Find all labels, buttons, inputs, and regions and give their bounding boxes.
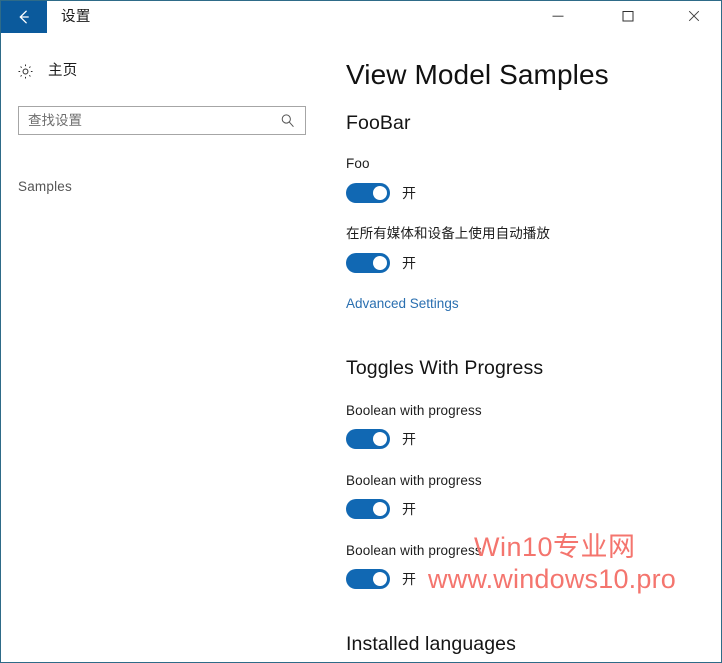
settings-window: 设置 主页 查找设置 Samples View Model Samples Fo… <box>0 0 722 663</box>
setting-row-boolean-progress-1: 开 <box>346 429 416 449</box>
window-title: 设置 <box>61 9 91 25</box>
sidebar-item-home[interactable]: 主页 <box>17 62 78 80</box>
toggle-knob <box>373 502 387 516</box>
toggle-knob <box>373 572 387 586</box>
setting-row-boolean-progress-2: 开 <box>346 499 416 519</box>
toggle-state-foo: 开 <box>402 185 416 201</box>
minimize-icon <box>552 15 564 17</box>
maximize-icon <box>622 11 634 22</box>
back-arrow-icon <box>19 10 29 24</box>
search-input[interactable] <box>28 108 276 133</box>
toggle-foo[interactable] <box>346 183 390 203</box>
back-button[interactable] <box>1 1 47 33</box>
sidebar-nav-list: Samples <box>1 171 331 201</box>
toggle-boolean-progress-2[interactable] <box>346 499 390 519</box>
toggle-state-boolean-progress-3: 开 <box>402 571 416 587</box>
minimize-button[interactable] <box>535 1 581 31</box>
maximize-button[interactable] <box>605 1 651 31</box>
section-heading-toggles-with-progress: Toggles With Progress <box>346 357 544 379</box>
close-button[interactable] <box>671 1 717 31</box>
setting-label-foo: Foo <box>346 156 370 171</box>
setting-label-autoplay: 在所有媒体和设备上使用自动播放 <box>346 226 550 241</box>
magnifier-glyph <box>281 114 294 127</box>
sidebar-home-label: 主页 <box>48 63 78 79</box>
toggle-state-boolean-progress-2: 开 <box>402 501 416 517</box>
sidebar-item-label: Samples <box>18 178 72 194</box>
section-heading-installed-languages: Installed languages <box>346 633 516 655</box>
gear-icon <box>18 64 33 78</box>
toggle-boolean-progress-3[interactable] <box>346 569 390 589</box>
toggle-state-boolean-progress-1: 开 <box>402 431 416 447</box>
setting-row-autoplay: 开 <box>346 253 416 273</box>
setting-row-boolean-progress-3: 开 <box>346 569 416 589</box>
sidebar: 主页 Samples <box>1 47 331 662</box>
page-title: View Model Samples <box>346 59 609 90</box>
toggle-knob <box>373 256 387 270</box>
toggle-state-autoplay: 开 <box>402 255 416 271</box>
advanced-settings-link[interactable]: Advanced Settings <box>346 295 459 313</box>
section-heading-foobar: FooBar <box>346 112 411 134</box>
setting-label-boolean-progress-2: Boolean with progress <box>346 473 482 488</box>
toggle-autoplay[interactable] <box>346 253 390 273</box>
title-bar: 设置 <box>1 1 721 41</box>
close-icon <box>688 10 700 22</box>
main-content: View Model Samples FooBar Foo 开 在所有媒体和设备… <box>331 41 721 662</box>
watermark-line-1: Win10专业网 <box>474 532 636 562</box>
toggle-knob <box>373 432 387 446</box>
toggle-knob <box>373 186 387 200</box>
search-icon[interactable] <box>276 111 298 131</box>
search-box[interactable] <box>18 106 306 135</box>
setting-label-boolean-progress-3: Boolean with progress <box>346 543 482 558</box>
toggle-boolean-progress-1[interactable] <box>346 429 390 449</box>
sidebar-item-samples[interactable]: Samples <box>1 171 331 201</box>
setting-row-foo: 开 <box>346 183 416 203</box>
setting-label-boolean-progress-1: Boolean with progress <box>346 403 482 418</box>
watermark-line-2: www.windows10.pro <box>428 564 677 594</box>
